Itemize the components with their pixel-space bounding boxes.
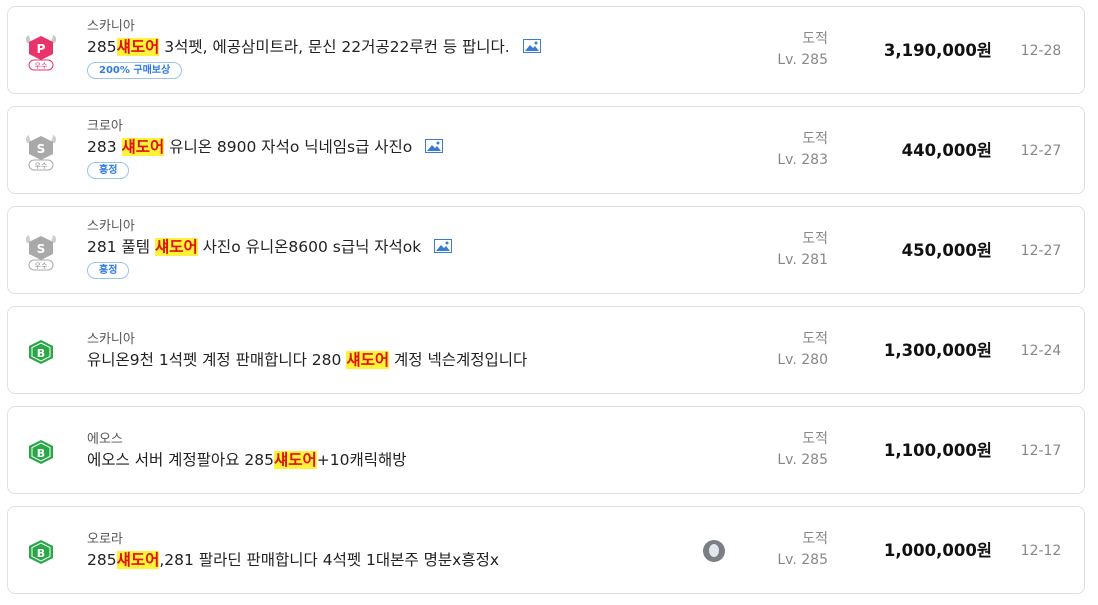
server-name: 스카니아 <box>87 19 135 34</box>
svg-text:P: P <box>37 42 46 56</box>
listing-card[interactable]: P 우수 스카니아 285섀도어 3석펫, 에공삼미트라, 문신 22거공22루… <box>7 6 1085 94</box>
character-info: 도적 Lv. 285 <box>768 29 828 71</box>
date: 12-24 <box>1020 343 1062 359</box>
price: 1,300,000원 <box>883 341 992 360</box>
character-level: Lv. 283 <box>777 152 828 168</box>
character-info: 도적 Lv. 283 <box>768 129 828 171</box>
server-name: 스카니아 <box>87 219 135 234</box>
negotiable-tag: 흥정 <box>87 162 130 179</box>
price: 3,190,000원 <box>883 41 992 60</box>
listing-title[interactable]: 283 섀도어 유니온 8900 자석o 닉네임s급 사진o <box>87 136 824 158</box>
job-class: 도적 <box>802 131 828 147</box>
character-info: 도적 Lv. 281 <box>768 229 828 271</box>
listing-card[interactable]: S 우수 스카니아 281 풀템 섀도어 사진o 유니온8600 s급닉 자석o… <box>7 206 1085 294</box>
keyword-highlight: 섀도어 <box>116 38 160 56</box>
image-attached-icon <box>522 39 541 53</box>
listing-title[interactable]: 281 풀템 섀도어 사진o 유니온8600 s급닉 자석ok <box>87 236 824 258</box>
price: 450,000원 <box>901 241 992 260</box>
character-info: 도적 Lv. 280 <box>768 329 828 371</box>
silver-seller-icon: S 우수 <box>25 135 57 171</box>
svg-text:B: B <box>37 547 45 560</box>
image-attached-icon <box>434 239 453 253</box>
price: 1,000,000원 <box>883 541 992 560</box>
date: 12-27 <box>1020 143 1062 159</box>
negotiable-tag: 흥정 <box>87 262 130 279</box>
character-level: Lv. 281 <box>777 252 828 268</box>
silver-seller-icon: S 우수 <box>25 235 57 271</box>
server-name: 스카니아 <box>87 332 135 347</box>
date: 12-17 <box>1020 443 1062 459</box>
badge-label: 우수 <box>35 62 48 70</box>
seller-avatar[interactable] <box>703 540 725 562</box>
job-class: 도적 <box>802 531 828 547</box>
reward-tag: 200% 구매보상 <box>87 62 183 79</box>
date: 12-27 <box>1020 243 1062 259</box>
listing-card[interactable]: B 에오스 에오스 서버 계정팔아요 285섀도어+10캐릭해방 도적 Lv. … <box>7 406 1085 494</box>
premium-seller-icon: P 우수 <box>25 35 57 71</box>
image-attached-icon <box>425 139 444 153</box>
svg-text:B: B <box>37 347 45 360</box>
listing-card[interactable]: B 오로라 285섀도어,281 팔라딘 판매합니다 4석펫 1대본주 명분x흥… <box>7 506 1085 594</box>
character-info: 도적 Lv. 285 <box>768 529 828 571</box>
listing-title[interactable]: 유니온9천 1석펫 계정 판매합니다 280 섀도어 계정 넥슨계정입니다 <box>87 349 824 371</box>
job-class: 도적 <box>802 231 828 247</box>
svg-text:S: S <box>37 142 46 156</box>
keyword-highlight: 섀도어 <box>273 451 317 469</box>
svg-text:B: B <box>37 447 45 460</box>
keyword-highlight: 섀도어 <box>154 238 198 256</box>
listing-card[interactable]: B 스카니아 유니온9천 1석펫 계정 판매합니다 280 섀도어 계정 넥슨계… <box>7 306 1085 394</box>
price: 440,000원 <box>901 141 992 160</box>
character-level: Lv. 285 <box>777 552 828 568</box>
price: 1,100,000원 <box>883 441 992 460</box>
svg-text:S: S <box>37 242 46 256</box>
job-class: 도적 <box>802 431 828 447</box>
svg-text:우수: 우수 <box>35 262 48 270</box>
date: 12-12 <box>1020 543 1062 559</box>
job-class: 도적 <box>802 331 828 347</box>
bronze-seller-icon: B <box>29 540 53 564</box>
svg-text:우수: 우수 <box>35 162 48 170</box>
server-name: 에오스 <box>87 432 123 447</box>
listing-card[interactable]: S 우수 크로아 283 섀도어 유니온 8900 자석o 닉네임s급 사진o … <box>7 106 1085 194</box>
character-info: 도적 Lv. 285 <box>768 429 828 471</box>
keyword-highlight: 섀도어 <box>346 351 390 369</box>
character-level: Lv. 285 <box>777 452 828 468</box>
keyword-highlight: 섀도어 <box>116 551 160 569</box>
bronze-seller-icon: B <box>29 440 53 464</box>
listing-title[interactable]: 285섀도어 3석펫, 에공삼미트라, 문신 22거공22루컨 등 팝니다. <box>87 36 824 58</box>
date: 12-28 <box>1020 43 1062 59</box>
keyword-highlight: 섀도어 <box>121 138 165 156</box>
bronze-seller-icon: B <box>29 340 53 364</box>
listing-title[interactable]: 에오스 서버 계정팔아요 285섀도어+10캐릭해방 <box>87 449 824 471</box>
character-level: Lv. 285 <box>777 52 828 68</box>
job-class: 도적 <box>802 31 828 47</box>
server-name: 크로아 <box>87 119 123 134</box>
character-level: Lv. 280 <box>777 352 828 368</box>
listing-list: P 우수 스카니아 285섀도어 3석펫, 에공삼미트라, 문신 22거공22루… <box>0 0 1098 605</box>
